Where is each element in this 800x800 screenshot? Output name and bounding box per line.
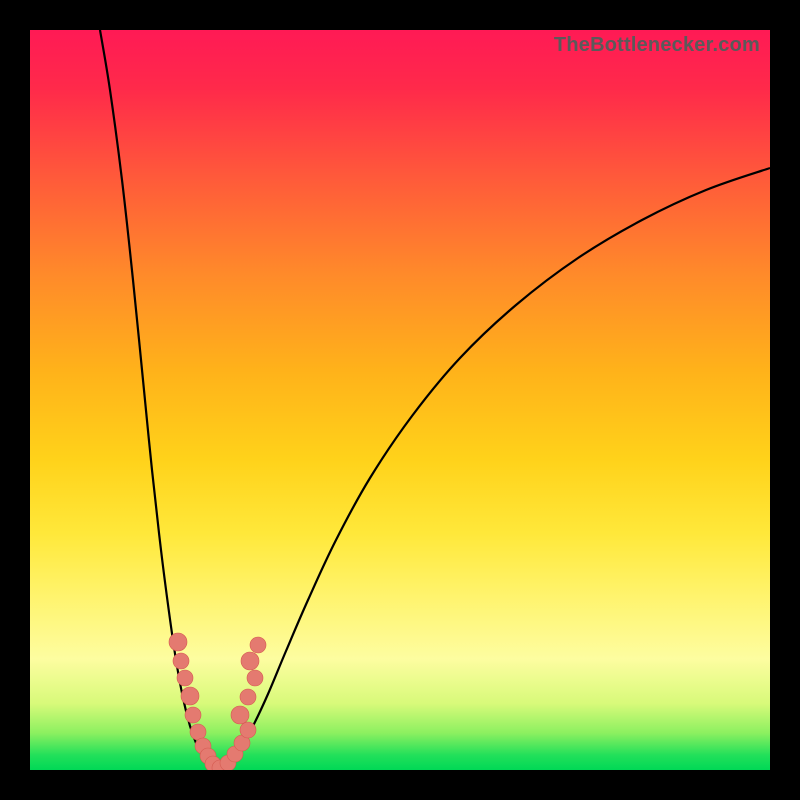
data-dot — [173, 653, 189, 669]
right-branch-curve — [218, 168, 770, 770]
dots-group — [169, 633, 266, 770]
chart-frame: TheBottlenecker.com — [0, 0, 800, 800]
data-dot — [231, 706, 249, 724]
data-dot — [241, 652, 259, 670]
data-dot — [240, 689, 256, 705]
data-dot — [169, 633, 187, 651]
data-dot — [181, 687, 199, 705]
plot-area: TheBottlenecker.com — [30, 30, 770, 770]
data-dot — [190, 724, 206, 740]
curves-svg — [30, 30, 770, 770]
data-dot — [240, 722, 256, 738]
data-dot — [250, 637, 266, 653]
data-dot — [177, 670, 193, 686]
data-dot — [247, 670, 263, 686]
left-branch-curve — [100, 30, 218, 770]
data-dot — [185, 707, 201, 723]
